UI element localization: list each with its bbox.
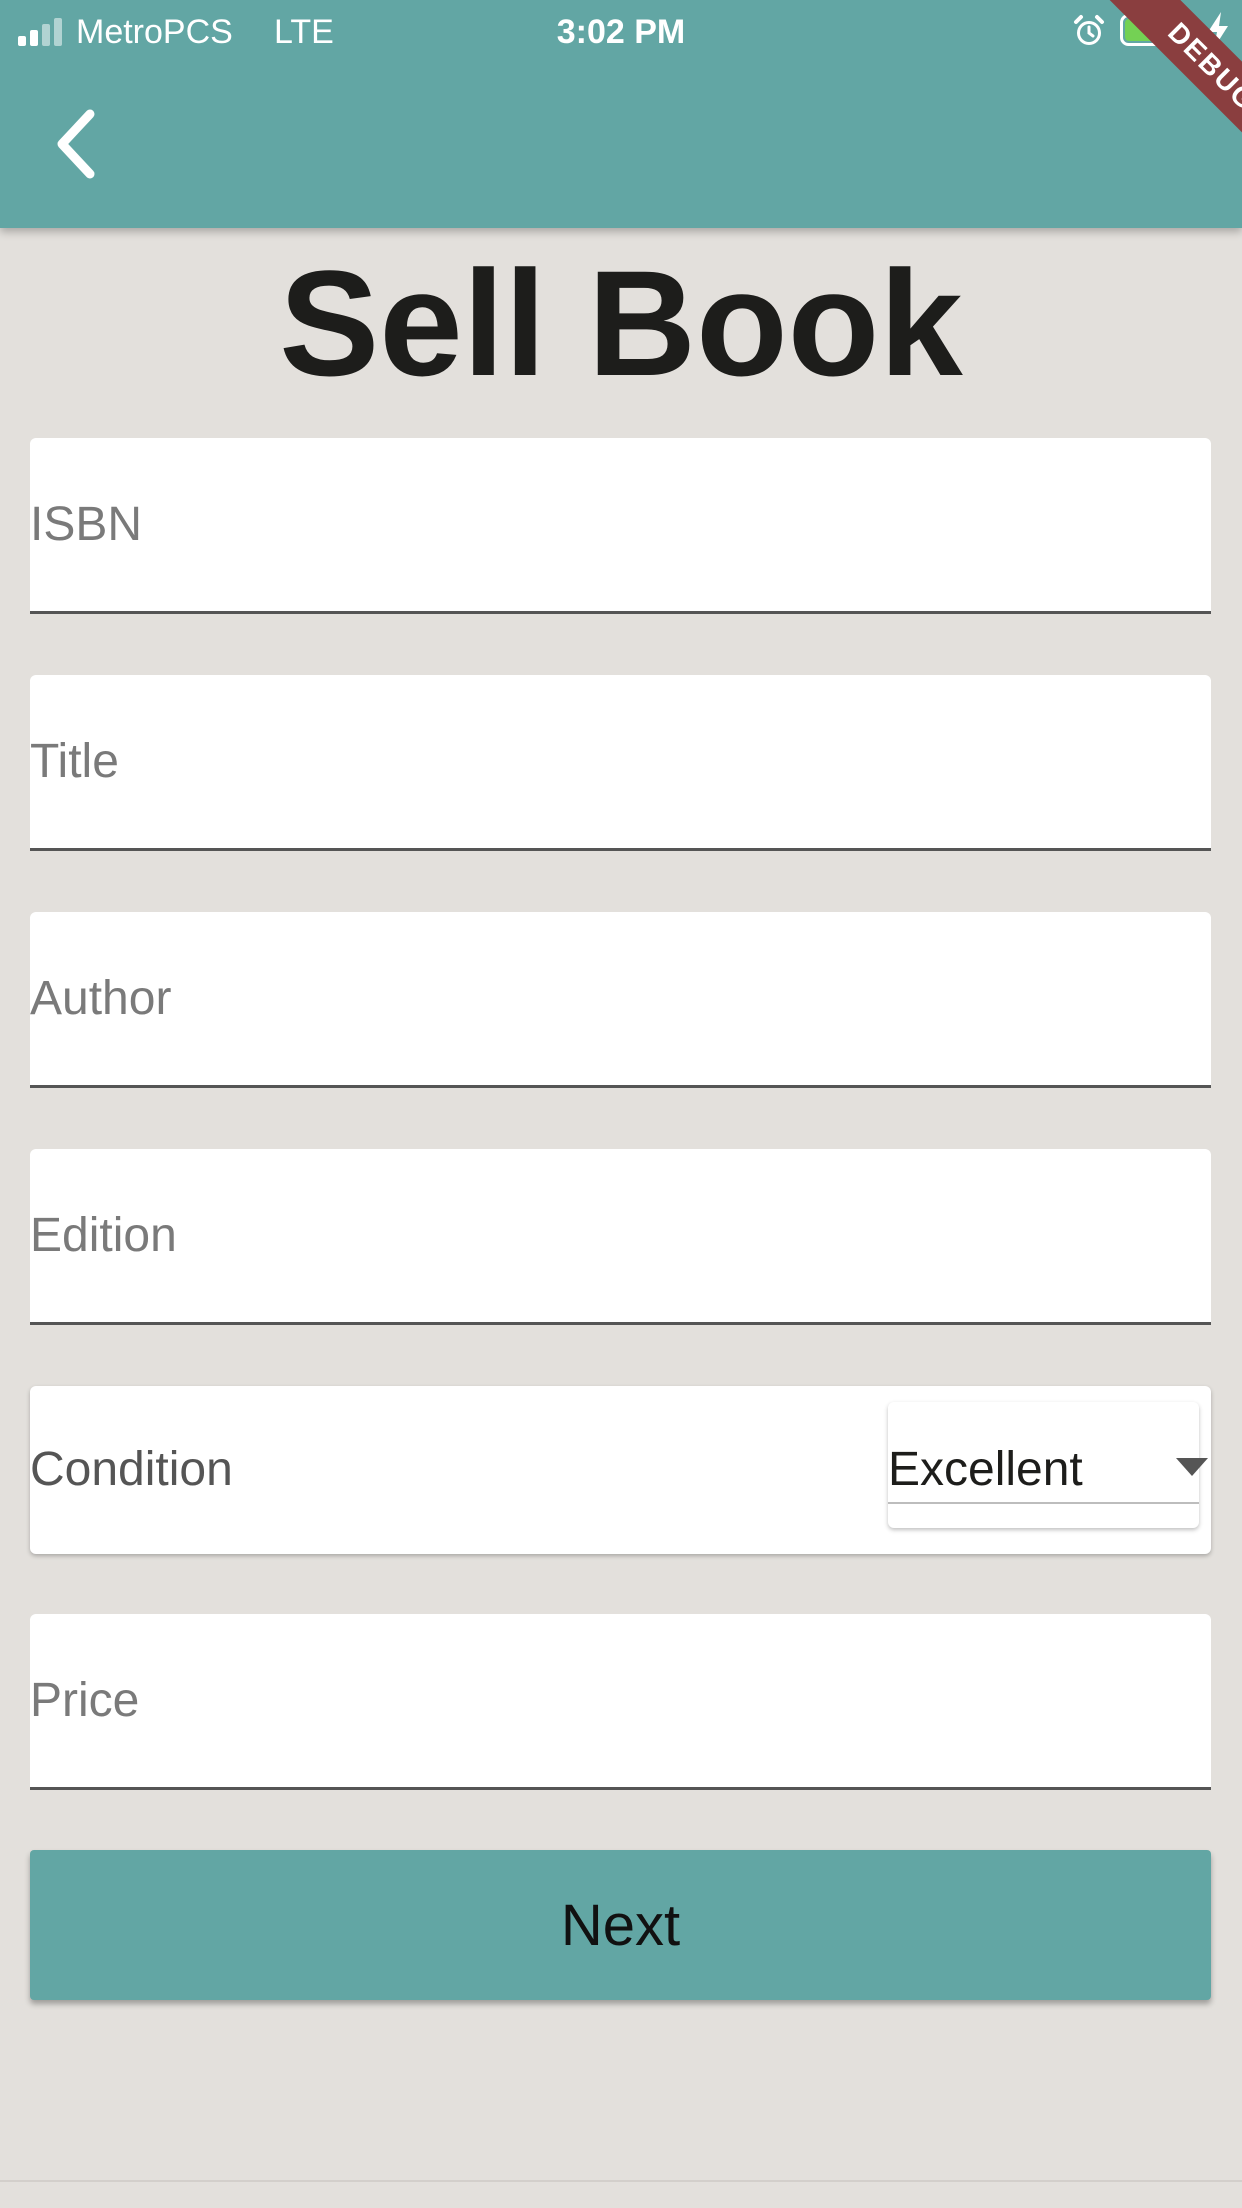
condition-dropdown[interactable]: Excellent bbox=[888, 1402, 1208, 1528]
alarm-icon bbox=[1074, 15, 1104, 45]
author-input[interactable] bbox=[30, 912, 1211, 1085]
bottom-divider bbox=[0, 2180, 1242, 2182]
status-time: 3:02 PM bbox=[556, 13, 686, 51]
next-button[interactable]: Next bbox=[30, 1850, 1211, 2000]
chevron-left-icon bbox=[57, 109, 95, 179]
status-bar: MetroPCS LTE 3:02 PM bbox=[0, 0, 1242, 62]
title-field[interactable] bbox=[30, 675, 1211, 851]
price-field[interactable] bbox=[30, 1614, 1211, 1790]
price-input[interactable] bbox=[30, 1614, 1211, 1787]
edition-input[interactable] bbox=[30, 1149, 1211, 1322]
back-button[interactable] bbox=[50, 106, 120, 182]
isbn-field[interactable] bbox=[30, 438, 1211, 614]
condition-label: Condition bbox=[30, 1443, 233, 1496]
title-input[interactable] bbox=[30, 675, 1211, 848]
app-bar: MetroPCS LTE 3:02 PM DEBUG bbox=[0, 0, 1242, 228]
page-title: Sell Book bbox=[279, 239, 963, 407]
dropdown-arrow-icon bbox=[1176, 1458, 1208, 1476]
isbn-input[interactable] bbox=[30, 438, 1211, 611]
condition-selected-value: Excellent bbox=[888, 1443, 1083, 1496]
edition-field[interactable] bbox=[30, 1149, 1211, 1325]
condition-row: Condition Excellent bbox=[30, 1386, 1211, 1554]
author-field[interactable] bbox=[30, 912, 1211, 1088]
dropdown-underline bbox=[888, 1502, 1199, 1504]
